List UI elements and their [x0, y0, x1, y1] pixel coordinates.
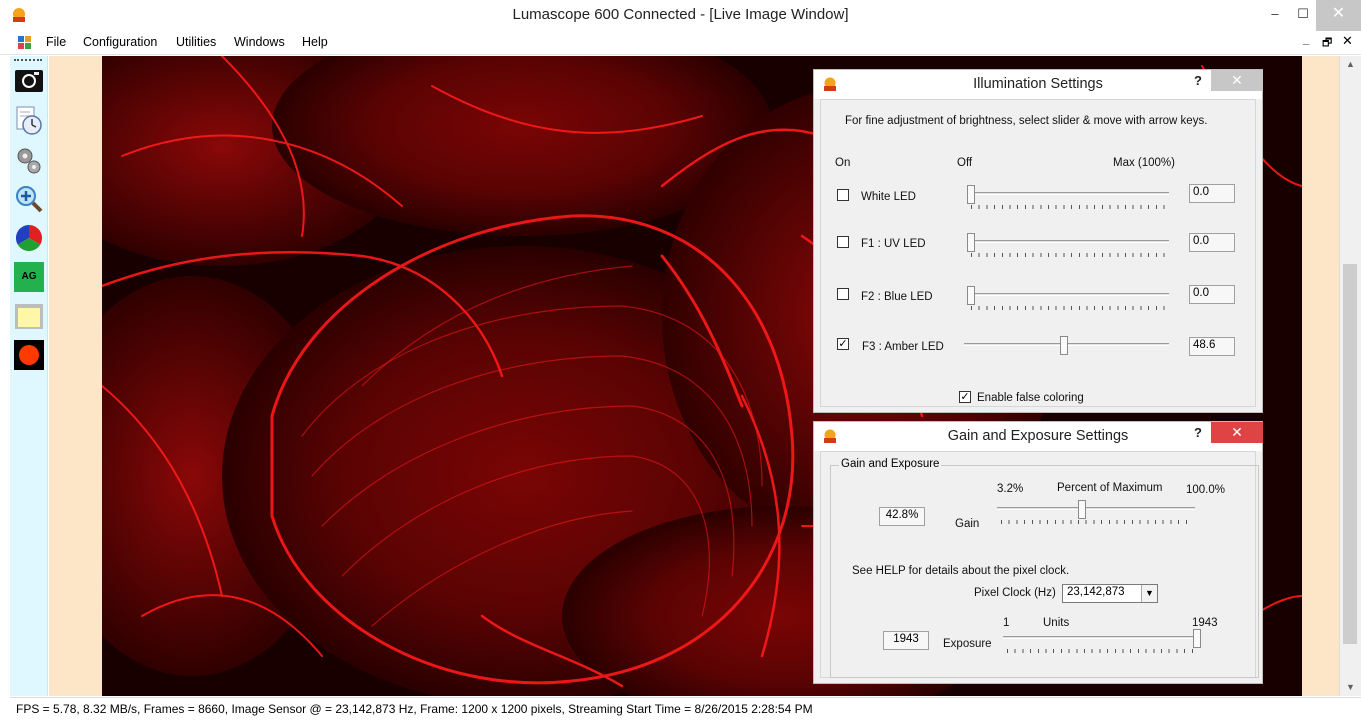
- canvas-margin-right: [1302, 56, 1339, 696]
- mdi-minimize-button[interactable]: _: [1303, 34, 1309, 46]
- blue-led-slider[interactable]: [967, 286, 1169, 312]
- help-button[interactable]: ?: [1194, 425, 1202, 440]
- gain-label: Gain: [955, 518, 980, 530]
- folder-icon[interactable]: [14, 301, 44, 331]
- title-bar: Lumascope 600 Connected - [Live Image Wi…: [0, 0, 1361, 31]
- pixel-clock-help-text: See HELP for details about the pixel clo…: [852, 565, 1070, 577]
- menu-windows[interactable]: Windows: [234, 35, 285, 49]
- exposure-label: Exposure: [943, 638, 992, 650]
- uv-led-value[interactable]: 0.0: [1189, 233, 1235, 252]
- settings-gears-icon[interactable]: [14, 146, 44, 176]
- exposure-value[interactable]: 1943: [883, 631, 929, 650]
- gain-slider[interactable]: [997, 500, 1195, 526]
- vertical-scrollbar[interactable]: ▲ ▼: [1339, 56, 1361, 696]
- camera-icon[interactable]: [14, 66, 44, 96]
- pixel-clock-value: 23,142,873: [1067, 586, 1125, 598]
- illumination-settings-dialog: Illumination Settings ? ✕ For fine adjus…: [813, 69, 1263, 413]
- gain-max-label: 100.0%: [1186, 484, 1226, 496]
- dialog-body: For fine adjustment of brightness, selec…: [820, 99, 1256, 407]
- status-bar: FPS = 5.78, 8.32 MB/s, Frames = 8660, Im…: [10, 697, 1361, 720]
- close-button[interactable]: ✕: [1316, 0, 1361, 31]
- gain-scale-label: Percent of Maximum: [1057, 482, 1163, 494]
- zoom-in-icon[interactable]: [14, 184, 44, 214]
- amber-led-checkbox[interactable]: ✓: [837, 338, 849, 350]
- column-max-label: Max (100%): [1113, 157, 1175, 169]
- scroll-down-icon[interactable]: ▼: [1340, 679, 1361, 696]
- white-led-slider[interactable]: [967, 185, 1169, 211]
- maximize-button[interactable]: ☐: [1288, 0, 1318, 31]
- window-title: Lumascope 600 Connected - [Live Image Wi…: [512, 6, 849, 23]
- mdi-restore-button[interactable]: 🗗: [1322, 34, 1332, 53]
- gain-exposure-settings-dialog: Gain and Exposure Settings ? ✕ Gain and …: [813, 421, 1263, 684]
- exposure-slider[interactable]: [1003, 629, 1201, 655]
- canvas-margin-left: [49, 56, 102, 696]
- pixel-clock-select[interactable]: 23,142,873 ▼: [1062, 584, 1158, 603]
- toolbar-grip[interactable]: [14, 59, 42, 61]
- false-coloring-checkbox[interactable]: ✓: [959, 391, 971, 403]
- blue-led-value[interactable]: 0.0: [1189, 285, 1235, 304]
- uv-led-checkbox[interactable]: [837, 236, 849, 248]
- menu-configuration[interactable]: Configuration: [83, 35, 157, 49]
- uv-led-slider[interactable]: [967, 233, 1169, 259]
- blue-led-checkbox[interactable]: [837, 288, 849, 300]
- close-button[interactable]: ✕: [1211, 422, 1263, 443]
- scroll-thumb[interactable]: [1343, 264, 1357, 644]
- status-text: FPS = 5.78, 8.32 MB/s, Frames = 8660, Im…: [16, 702, 813, 716]
- time-lapse-icon[interactable]: [14, 106, 44, 136]
- dialog-title-bar[interactable]: Gain and Exposure Settings ? ✕: [814, 422, 1263, 451]
- white-led-checkbox[interactable]: [837, 189, 849, 201]
- exposure-max-label: 1943: [1192, 617, 1218, 629]
- column-off-label: Off: [957, 157, 973, 169]
- white-led-value[interactable]: 0.0: [1189, 184, 1235, 203]
- mdi-window-icon[interactable]: [18, 36, 32, 49]
- instructions-text: For fine adjustment of brightness, selec…: [845, 115, 1208, 127]
- amber-led-label: F3 : Amber LED: [862, 341, 944, 353]
- column-on-label: On: [835, 157, 851, 169]
- blue-led-label: F2 : Blue LED: [861, 291, 933, 303]
- record-icon[interactable]: [14, 340, 44, 370]
- chevron-down-icon[interactable]: ▼: [1141, 585, 1157, 602]
- menu-bar: File Configuration Utilities Windows Hel…: [0, 31, 1361, 55]
- menu-utilities[interactable]: Utilities: [176, 35, 216, 49]
- tool-strip: AG: [10, 56, 48, 696]
- gain-value[interactable]: 42.8%: [879, 507, 925, 526]
- menu-file[interactable]: File: [46, 35, 66, 49]
- mdi-close-button[interactable]: ✕: [1342, 33, 1353, 49]
- close-button[interactable]: ✕: [1211, 70, 1263, 91]
- gain-exposure-group: Gain and Exposure 3.2% Percent of Maximu…: [830, 458, 1259, 678]
- group-label: Gain and Exposure: [839, 458, 942, 470]
- uv-led-label: F1 : UV LED: [861, 238, 926, 250]
- dialog-title-bar[interactable]: Illumination Settings ? ✕: [814, 70, 1263, 99]
- menu-help[interactable]: Help: [302, 35, 328, 49]
- color-wheel-icon[interactable]: [14, 223, 44, 253]
- amber-led-slider[interactable]: [964, 336, 1169, 362]
- scroll-up-icon[interactable]: ▲: [1340, 56, 1361, 73]
- auto-gain-icon[interactable]: AG: [14, 262, 44, 292]
- gain-min-label: 3.2%: [997, 483, 1024, 495]
- false-coloring-label: Enable false coloring: [977, 392, 1084, 404]
- minimize-button[interactable]: –: [1260, 0, 1290, 31]
- white-led-label: White LED: [861, 191, 916, 203]
- exposure-min-label: 1: [1003, 617, 1010, 629]
- dialog-body: Gain and Exposure 3.2% Percent of Maximu…: [820, 451, 1259, 678]
- exposure-units-label: Units: [1043, 617, 1070, 629]
- help-button[interactable]: ?: [1194, 73, 1202, 88]
- pixel-clock-label: Pixel Clock (Hz): [974, 587, 1056, 599]
- amber-led-value[interactable]: 48.6: [1189, 337, 1235, 356]
